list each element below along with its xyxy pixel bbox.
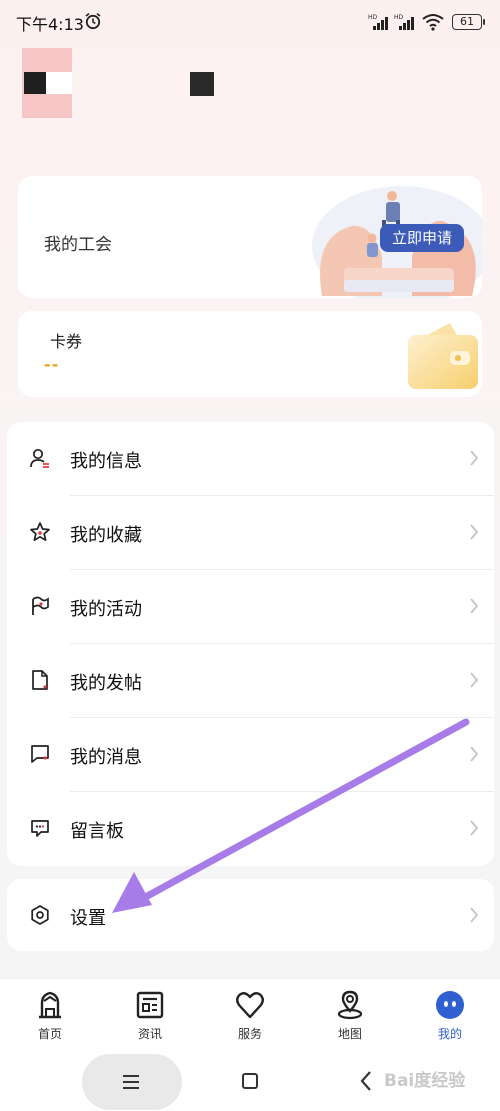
chevron-right-icon <box>470 907 479 923</box>
document-icon <box>32 670 48 690</box>
wallet-icon <box>408 323 478 389</box>
menu-item-label: 我的发帖 <box>70 673 142 694</box>
tab-label: 首页 <box>37 1027 62 1041</box>
tab-label: 地图 <box>337 1027 362 1041</box>
menu-item-my-info[interactable]: 我的信息 <box>7 422 494 496</box>
tab-service[interactable]: 服务 <box>200 979 300 1047</box>
system-nav-bar: Bai度经验 <box>0 1046 500 1111</box>
tab-label: 我的 <box>437 1027 462 1041</box>
home-button[interactable] <box>242 1073 258 1089</box>
status-time: 下午4:13 <box>16 15 84 34</box>
signal-hd-icon: HD <box>368 14 388 30</box>
profile-icon <box>436 991 464 1019</box>
chevron-right-icon <box>470 450 479 466</box>
menu-item-settings[interactable]: 设置 <box>7 879 494 951</box>
menu-item-label: 我的信息 <box>70 451 142 472</box>
tab-mine[interactable]: 我的 <box>400 979 500 1047</box>
tab-map[interactable]: 地图 <box>300 979 400 1047</box>
battery-level: 61 <box>460 15 474 28</box>
home-icon <box>39 991 61 1019</box>
settings-label: 设置 <box>70 908 106 929</box>
message-icon <box>31 745 49 763</box>
chevron-right-icon <box>470 746 479 762</box>
coupon-title: 卡券 <box>50 332 83 351</box>
tab-news[interactable]: 资讯 <box>100 979 200 1047</box>
comment-icon <box>31 820 49 837</box>
back-icon[interactable] <box>358 1070 374 1092</box>
heart-icon <box>236 992 264 1019</box>
map-pin-icon <box>337 990 363 1020</box>
bottom-tab-bar: 首页 资讯 服务 地图 我的 <box>0 978 500 1046</box>
hamburger-icon <box>123 1075 139 1089</box>
menu-item-my-posts[interactable]: 我的发帖 <box>7 644 494 718</box>
chevron-right-icon <box>470 524 479 540</box>
coupon-value: -- <box>44 355 60 374</box>
settings-icon <box>31 905 49 925</box>
chevron-right-icon <box>470 820 479 836</box>
tab-home[interactable]: 首页 <box>0 979 100 1047</box>
watermark: Bai度经验 <box>384 1071 466 1091</box>
avatar[interactable] <box>22 48 72 118</box>
menu-item-message-board[interactable]: 留言板 <box>7 792 494 866</box>
signal-hd-icon: HD <box>394 14 414 30</box>
menu-item-my-activities[interactable]: 我的活动 <box>7 570 494 644</box>
battery-icon: 61 <box>452 14 485 30</box>
menu-item-label: 我的消息 <box>70 747 142 768</box>
apply-now-button[interactable]: 立即申请 <box>380 224 464 252</box>
union-title: 我的工会 <box>44 235 112 255</box>
news-icon <box>136 991 164 1019</box>
star-icon <box>30 522 50 542</box>
menu-button[interactable] <box>82 1054 182 1110</box>
menu-list: 我的信息 我的收藏 我的活动 我的发帖 我的消息 留言板 <box>7 422 494 866</box>
coupon-card[interactable]: 卡券 -- <box>18 311 482 397</box>
username-redacted <box>190 72 214 96</box>
status-bar: 下午4:13 HD HD 61 <box>0 0 500 44</box>
menu-item-label: 我的活动 <box>70 599 142 620</box>
svg-text:HD: HD <box>394 14 404 21</box>
tab-label: 服务 <box>237 1027 262 1041</box>
menu-item-label: 留言板 <box>70 821 124 842</box>
chevron-right-icon <box>470 672 479 688</box>
tab-label: 资讯 <box>137 1027 162 1041</box>
flag-icon <box>32 596 49 615</box>
settings-card: 设置 <box>7 879 494 951</box>
menu-item-my-favorites[interactable]: 我的收藏 <box>7 496 494 570</box>
wifi-icon <box>422 14 444 31</box>
user-icon <box>30 448 49 468</box>
menu-item-my-messages[interactable]: 我的消息 <box>7 718 494 792</box>
chevron-right-icon <box>470 598 479 614</box>
alarm-icon <box>85 12 101 30</box>
svg-text:HD: HD <box>368 14 378 21</box>
menu-item-label: 我的收藏 <box>70 525 142 546</box>
